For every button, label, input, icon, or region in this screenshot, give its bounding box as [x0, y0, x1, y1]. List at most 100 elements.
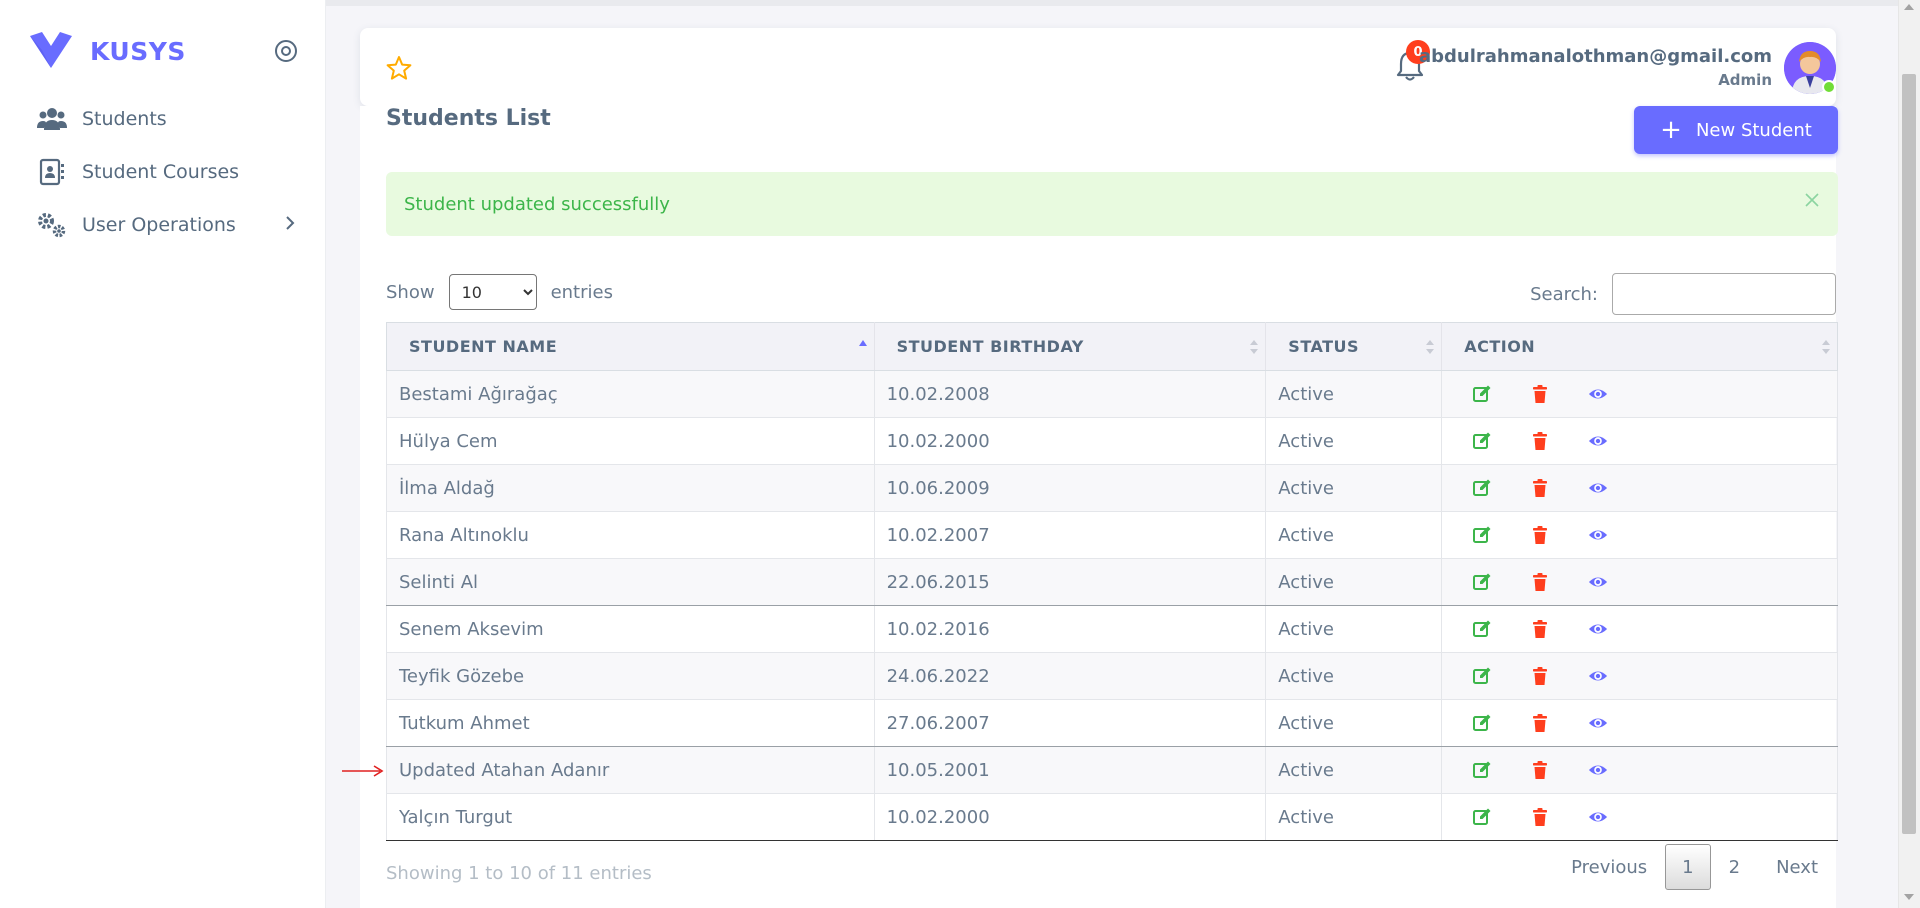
edit-icon[interactable]	[1472, 807, 1492, 827]
delete-icon[interactable]	[1530, 807, 1550, 827]
student-name-cell: Yalçın Turgut	[386, 793, 875, 841]
table-row: Hülya Cem 10.02.2000 Active	[386, 417, 1838, 465]
scroll-up-arrow-icon[interactable]	[1904, 4, 1914, 10]
view-icon[interactable]	[1588, 572, 1608, 592]
table-row: Bestami Ağırağaç 10.02.2008 Active	[386, 370, 1838, 418]
status-cell: Active	[1265, 605, 1443, 653]
view-icon[interactable]	[1588, 384, 1608, 404]
chevron-right-icon[interactable]	[282, 215, 298, 231]
edit-icon[interactable]	[1472, 384, 1492, 404]
status-cell: Active	[1265, 558, 1443, 606]
edit-icon[interactable]	[1472, 760, 1492, 780]
view-icon[interactable]	[1588, 525, 1608, 545]
page-size-select[interactable]: 10 25 50 100	[448, 274, 537, 310]
table-row: Rana Altınoklu 10.02.2007 Active	[386, 511, 1838, 559]
show-label: Show	[386, 281, 435, 303]
delete-icon[interactable]	[1530, 384, 1550, 404]
sidebar: KUSYS Students Student Courses User Oper…	[0, 0, 325, 908]
action-cell	[1441, 464, 1838, 512]
table-body: Bestami Ağırağaç 10.02.2008 Active Hülya Ce…	[386, 370, 1838, 841]
contact-book-icon	[36, 156, 68, 188]
edit-icon[interactable]	[1472, 666, 1492, 686]
student-name-cell: İlma Aldağ	[386, 464, 875, 512]
action-cell	[1441, 652, 1838, 700]
table-row: Tutkum Ahmet 27.06.2007 Active	[386, 699, 1838, 747]
view-icon[interactable]	[1588, 760, 1608, 780]
next-page-button[interactable]: Next	[1758, 844, 1836, 890]
action-cell	[1441, 605, 1838, 653]
delete-icon[interactable]	[1530, 431, 1550, 451]
student-name-cell: Senem Aksevim	[386, 605, 875, 653]
status-cell: Active	[1265, 746, 1443, 794]
column-header-student-birthday[interactable]: STUDENT BIRTHDAY	[874, 322, 1267, 371]
edit-icon[interactable]	[1472, 572, 1492, 592]
action-cell	[1441, 699, 1838, 747]
new-student-button[interactable]: + New Student	[1634, 106, 1838, 154]
view-icon[interactable]	[1588, 807, 1608, 827]
scroll-thumb[interactable]	[1902, 74, 1916, 834]
column-header-action[interactable]: ACTION	[1441, 322, 1838, 371]
search-label: Search:	[1530, 283, 1598, 305]
sidebar-item-student-courses[interactable]: Student Courses	[36, 152, 239, 192]
edit-icon[interactable]	[1472, 713, 1492, 733]
search-control: Search:	[1530, 273, 1836, 315]
sort-icon	[1250, 340, 1259, 354]
table-row: Yalçın Turgut 10.02.2000 Active	[386, 793, 1838, 841]
student-birthday-cell: 10.02.2000	[874, 417, 1267, 465]
delete-icon[interactable]	[1530, 666, 1550, 686]
column-header-student-name[interactable]: STUDENT NAME	[386, 322, 875, 371]
previous-page-button[interactable]: Previous	[1553, 844, 1665, 890]
edit-icon[interactable]	[1472, 431, 1492, 451]
online-status-dot	[1822, 80, 1836, 94]
student-birthday-cell: 24.06.2022	[874, 652, 1267, 700]
page-scrollbar[interactable]	[1898, 0, 1920, 908]
delete-icon[interactable]	[1530, 760, 1550, 780]
status-cell: Active	[1265, 370, 1443, 418]
view-icon[interactable]	[1588, 478, 1608, 498]
students-card: Students List + New Student Student upda…	[360, 106, 1838, 908]
student-birthday-cell: 27.06.2007	[874, 699, 1267, 747]
search-input[interactable]	[1612, 273, 1836, 315]
edit-icon[interactable]	[1472, 525, 1492, 545]
sidebar-item-students[interactable]: Students	[36, 99, 167, 139]
delete-icon[interactable]	[1530, 713, 1550, 733]
table-row: Teyfik Gözebe 24.06.2022 Active	[386, 652, 1838, 700]
edit-icon[interactable]	[1472, 619, 1492, 639]
star-icon[interactable]	[386, 55, 412, 81]
new-student-label: New Student	[1695, 119, 1812, 141]
view-icon[interactable]	[1588, 666, 1608, 686]
page-2-button[interactable]: 2	[1711, 844, 1758, 890]
close-icon[interactable]	[1800, 188, 1824, 212]
status-cell: Active	[1265, 417, 1443, 465]
alert-message: Student updated successfully	[404, 194, 670, 215]
status-cell: Active	[1265, 652, 1443, 700]
delete-icon[interactable]	[1530, 525, 1550, 545]
scroll-down-arrow-icon[interactable]	[1904, 894, 1914, 900]
student-name-cell: Selinti Al	[386, 558, 875, 606]
column-header-status[interactable]: STATUS	[1265, 322, 1443, 371]
student-birthday-cell: 10.02.2000	[874, 793, 1267, 841]
delete-icon[interactable]	[1530, 478, 1550, 498]
delete-icon[interactable]	[1530, 572, 1550, 592]
delete-icon[interactable]	[1530, 619, 1550, 639]
menu-toggle-icon[interactable]	[274, 39, 298, 63]
sidebar-item-user-operations[interactable]: User Operations	[36, 205, 236, 245]
page-1-button[interactable]: 1	[1665, 844, 1711, 890]
view-icon[interactable]	[1588, 619, 1608, 639]
brand[interactable]: KUSYS	[28, 28, 186, 74]
edit-icon[interactable]	[1472, 478, 1492, 498]
view-icon[interactable]	[1588, 713, 1608, 733]
brand-logo-icon	[30, 32, 72, 68]
student-birthday-cell: 10.02.2016	[874, 605, 1267, 653]
view-icon[interactable]	[1588, 431, 1608, 451]
status-cell: Active	[1265, 699, 1443, 747]
table-row: İlma Aldağ 10.06.2009 Active	[386, 464, 1838, 512]
brand-name: KUSYS	[90, 36, 186, 66]
action-cell	[1441, 793, 1838, 841]
action-cell	[1441, 511, 1838, 559]
sort-icon	[1426, 340, 1435, 354]
student-birthday-cell: 10.05.2001	[874, 746, 1267, 794]
table-row: Senem Aksevim 10.02.2016 Active	[386, 605, 1838, 653]
students-table: STUDENT NAME STUDENT BIRTHDAY STATUS ACT…	[386, 322, 1838, 841]
status-cell: Active	[1265, 793, 1443, 841]
